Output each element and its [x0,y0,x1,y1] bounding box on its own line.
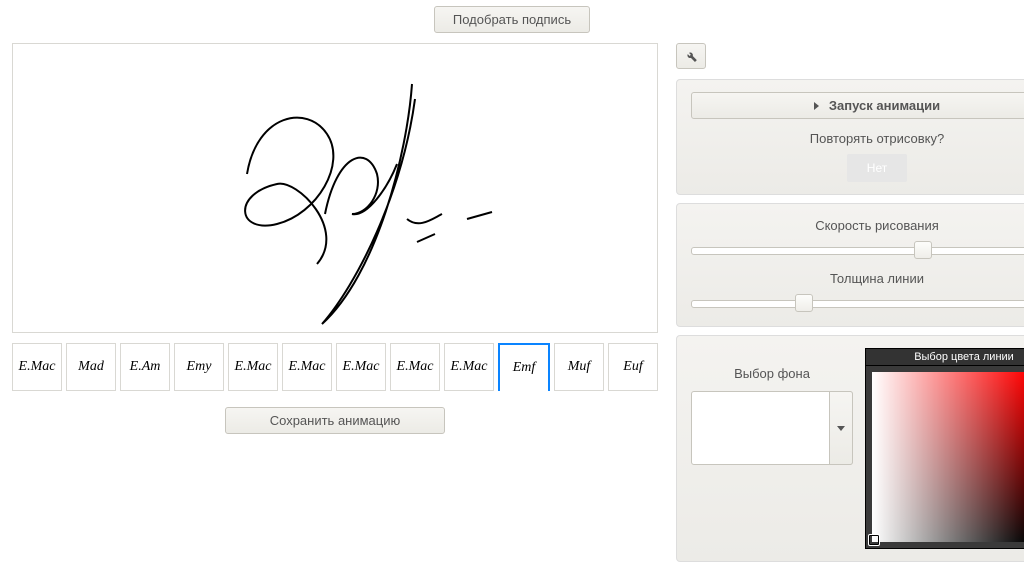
pick-signature-button[interactable]: Подобрать подпись [434,6,590,33]
thumb-item[interactable]: E.Mac [444,343,494,391]
thumb-item[interactable]: E.Mac [336,343,386,391]
bg-label: Выбор фона [734,366,810,381]
start-animation-button[interactable]: Запуск анимации [691,92,1024,119]
sv-field[interactable] [872,372,1024,542]
thickness-label: Толщина линии [691,271,1024,286]
sv-cursor[interactable] [868,534,880,546]
settings-column: Запуск анимации Повторять отрисовку? Нет… [676,43,1024,570]
start-animation-label: Запуск анимации [829,98,940,113]
thumb-item[interactable]: Emy [174,343,224,391]
thumb-item[interactable]: E.Am [120,343,170,391]
thickness-handle[interactable] [795,294,813,312]
bg-dropdown-button[interactable] [829,391,853,465]
speed-label: Скорость рисования [691,218,1024,233]
line-color-title: Выбор цвета линии [865,348,1024,366]
signature-canvas[interactable] [12,43,658,333]
thumb-item[interactable]: Euf [608,343,658,391]
sliders-panel: Скорость рисования Толщина линии [676,203,1024,327]
chevron-down-icon [837,426,845,431]
animation-panel: Запуск анимации Повторять отрисовку? Нет [676,79,1024,195]
line-color-picker: Выбор цвета линии [865,348,1024,549]
repeat-label: Повторять отрисовку? [691,131,1024,146]
preview-column: E.MacMadE.AmEmyE.MacE.MacE.MacE.MacE.Mac… [12,43,658,570]
thickness-slider[interactable] [691,294,1024,312]
repeat-toggle[interactable]: Нет [847,154,907,182]
settings-toggle-button[interactable] [676,43,706,69]
thumb-item[interactable]: Emf [498,343,550,391]
speed-slider[interactable] [691,241,1024,259]
thumb-item[interactable]: E.Mac [390,343,440,391]
wrench-icon [684,49,698,63]
slider-track [691,300,1024,308]
save-animation-button[interactable]: Сохранить анимацию [225,407,445,434]
thumbnail-strip[interactable]: E.MacMadE.AmEmyE.MacE.MacE.MacE.MacE.Mac… [12,343,658,391]
thumb-item[interactable]: Mad [66,343,116,391]
thumb-item[interactable]: E.Mac [12,343,62,391]
bg-preview[interactable] [691,391,853,465]
thumb-item[interactable]: E.Mac [282,343,332,391]
color-panel: Выбор фона Выбор цвета линии [676,335,1024,562]
thumb-item[interactable]: E.Mac [228,343,278,391]
play-icon [814,102,819,110]
speed-handle[interactable] [914,241,932,259]
slider-track [691,247,1024,255]
thumb-item[interactable]: Muf [554,343,604,391]
signature-drawing [13,44,657,332]
